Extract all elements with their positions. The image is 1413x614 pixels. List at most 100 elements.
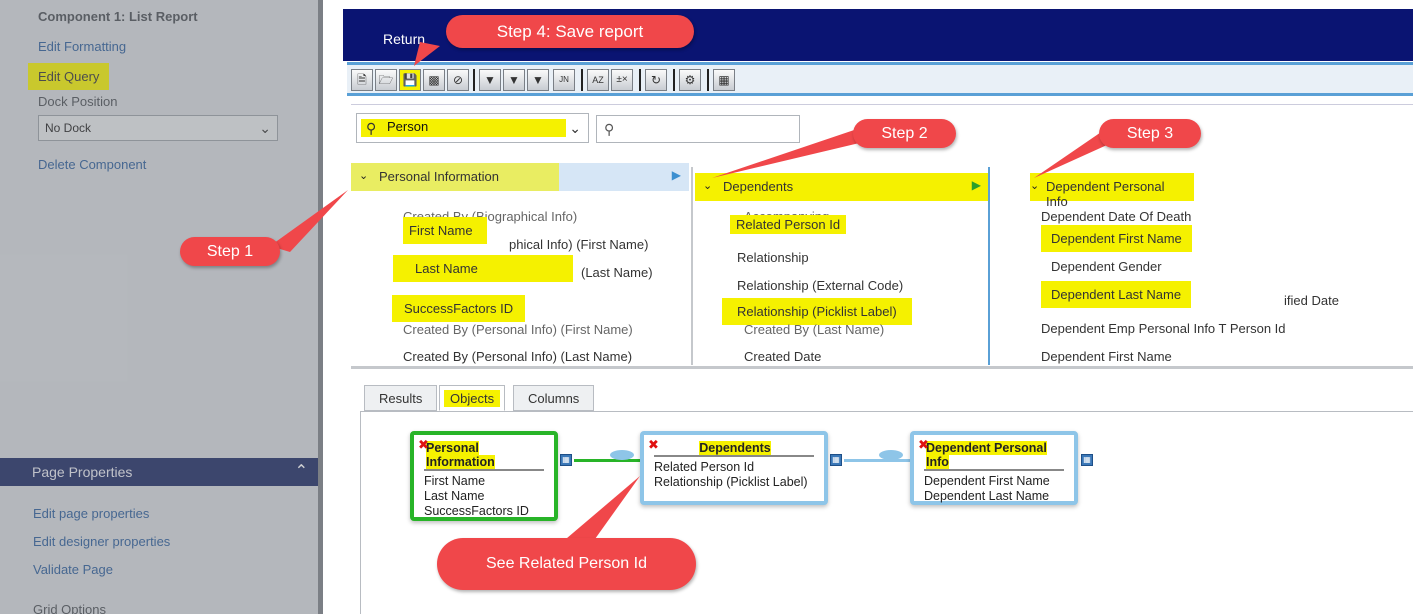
list-item[interactable]: phical Info) (First Name) [509, 237, 648, 252]
object-search-value: Person [361, 119, 566, 137]
tab-results[interactable]: Results [364, 385, 438, 411]
list-item[interactable]: Created By (Last Name) [744, 322, 884, 337]
expand-right-icon[interactable]: ▶ [972, 178, 981, 192]
object-field: First Name [424, 474, 486, 488]
connector-icon[interactable]: ▦ [830, 454, 842, 466]
save-icon[interactable]: 💾 [399, 69, 421, 91]
toolbar-separator [673, 69, 675, 91]
modal-dim-overlay [0, 0, 322, 614]
column-header-label: Dependent Personal Info [1046, 179, 1165, 209]
filter-settings-icon[interactable]: ▼ [503, 69, 525, 91]
edit-query-link[interactable]: Edit Query [28, 63, 110, 90]
schedule-icon[interactable]: ▦ [713, 69, 735, 91]
filter-icon[interactable]: ▼ [479, 69, 501, 91]
tab-objects[interactable]: Objects [439, 385, 506, 411]
sort-icon[interactable]: AZ [587, 69, 609, 91]
visibility-eye-icon[interactable] [879, 450, 903, 460]
callout-step1: Step 1 [180, 237, 280, 266]
edit-page-properties-link[interactable]: Edit page properties [33, 506, 149, 521]
toolbar-separator [581, 69, 583, 91]
designer-side-panel: Component 1: List Report Edit Formatting… [0, 0, 322, 614]
list-item-first-name[interactable]: First Name [403, 217, 487, 244]
list-item[interactable]: Created By (Personal Info) (Last Name) [403, 349, 632, 364]
calculate-icon[interactable]: ±× [611, 69, 633, 91]
list-item[interactable]: Created Date [744, 349, 821, 364]
validate-page-link[interactable]: Validate Page [33, 562, 113, 577]
object-field: SuccessFactors ID [424, 504, 529, 518]
page-properties-header[interactable]: Page Properties ⌃ [0, 458, 318, 486]
new-document-icon[interactable]: 🗎 [351, 69, 373, 91]
query-designer-dialog: Return 🗎 🗁 💾 ▩ ⊘ ▼ ▼ ▼ JN AZ ±× ↻ ⚙ ▦ Pe… [343, 9, 1413, 614]
list-item[interactable]: Dependent Emp Personal Info T Person Id [1041, 321, 1286, 336]
list-item[interactable]: Created By (Personal Info) (First Name) [403, 322, 633, 337]
save-as-icon[interactable]: ▩ [423, 69, 445, 91]
toolbar: 🗎 🗁 💾 ▩ ⊘ ▼ ▼ ▼ JN AZ ±× ↻ ⚙ ▦ [347, 62, 1413, 96]
list-item[interactable]: Relationship (External Code) [737, 278, 903, 293]
refresh-icon[interactable]: ↻ [645, 69, 667, 91]
remove-icon[interactable]: ✖ [918, 437, 929, 453]
column-header-personal-information[interactable]: ⌄ Personal Information ▶ [351, 163, 689, 191]
object-field: Relationship (Picklist Label) [654, 475, 808, 489]
join-icon[interactable]: JN [553, 69, 575, 91]
object-card-dependents[interactable]: ✖ Dependents Related Person Id Relations… [640, 431, 828, 505]
toolbar-separator [639, 69, 641, 91]
callout-step2: Step 2 [853, 119, 956, 148]
tab-objects-label: Objects [444, 390, 501, 407]
expand-right-icon[interactable]: ▶ [672, 168, 681, 182]
panel-separator [318, 0, 323, 614]
toolbar-separator [473, 69, 475, 91]
list-item[interactable]: Relationship [737, 250, 809, 265]
list-item-dependent-first-name[interactable]: Dependent First Name [1041, 225, 1192, 252]
column-divider[interactable] [988, 167, 990, 365]
list-item[interactable]: Dependent First Name [1041, 349, 1172, 364]
visibility-eye-icon[interactable] [610, 450, 634, 460]
relation-line [844, 459, 912, 462]
object-search-combo[interactable]: Person ⚲ ⌄ [356, 113, 589, 143]
column-header-label: Personal Information [379, 169, 499, 184]
connector-icon[interactable]: ▦ [1081, 454, 1093, 466]
list-item-relationship-picklist-label[interactable]: Relationship (Picklist Label) [722, 298, 912, 325]
search-icon: ⚲ [604, 121, 615, 137]
column-header-dependents[interactable]: ⌄ Dependents ▶ [695, 173, 989, 201]
open-folder-icon[interactable]: 🗁 [375, 69, 397, 91]
object-field: Dependent Last Name [924, 489, 1050, 503]
tab-columns[interactable]: Columns [513, 385, 595, 411]
list-item[interactable]: Dependent Date Of Death [1041, 209, 1191, 224]
edit-formatting-link[interactable]: Edit Formatting [38, 39, 126, 54]
edit-designer-properties-link[interactable]: Edit designer properties [33, 534, 170, 549]
column-header-dependent-personal-info[interactable]: ⌄ Dependent Personal Info [1030, 173, 1194, 209]
return-button[interactable]: Return [383, 31, 425, 47]
list-item-last-name[interactable]: Last Name [393, 255, 573, 282]
dock-position-select[interactable]: No Dock ⌄ [38, 115, 278, 141]
list-item-dependent-last-name[interactable]: Dependent Last Name [1041, 281, 1192, 308]
callout-related-person-id: See Related Person Id [437, 538, 696, 590]
filter-help-icon[interactable]: ▼ [527, 69, 549, 91]
relation-line [574, 459, 640, 462]
remove-icon[interactable]: ✖ [648, 437, 659, 453]
list-item[interactable]: ified Date [1284, 293, 1339, 308]
list-item[interactable]: Dependent Gender [1051, 259, 1162, 274]
column-divider[interactable] [691, 167, 693, 365]
object-field: Dependent First Name [924, 474, 1050, 488]
settings-gear-icon[interactable]: ⚙ [679, 69, 701, 91]
callout-step4: Step 4: Save report [446, 15, 694, 48]
chevron-down-icon: ⌄ [259, 120, 271, 136]
object-title: Personal Information [424, 441, 544, 471]
object-card-dependent-personal-info[interactable]: ✖ Dependent Personal Info Dependent Firs… [910, 431, 1078, 505]
collapse-icon[interactable]: ⌃ [295, 461, 308, 481]
list-item-successfactors-id[interactable]: SuccessFactors ID [392, 295, 526, 322]
cancel-icon[interactable]: ⊘ [447, 69, 469, 91]
dock-position-value: No Dock [45, 121, 92, 135]
callout-step3: Step 3 [1099, 119, 1201, 148]
page-properties-title: Page Properties [32, 464, 133, 480]
grid-options-label[interactable]: Grid Options [33, 602, 106, 614]
remove-icon[interactable]: ✖ [418, 437, 429, 453]
column-header-label: Dependents [723, 179, 794, 194]
list-item[interactable]: (Last Name) [581, 265, 653, 280]
delete-component-link[interactable]: Delete Component [38, 157, 146, 172]
connector-icon[interactable]: ▦ [560, 454, 572, 466]
list-item-related-person-id[interactable]: Related Person Id [730, 215, 847, 234]
field-search-input[interactable]: ⚲ [596, 115, 800, 143]
chevron-down-icon[interactable]: ⌄ [569, 120, 581, 137]
object-card-personal-information[interactable]: ✖ Personal Information First Name Last N… [410, 431, 558, 521]
